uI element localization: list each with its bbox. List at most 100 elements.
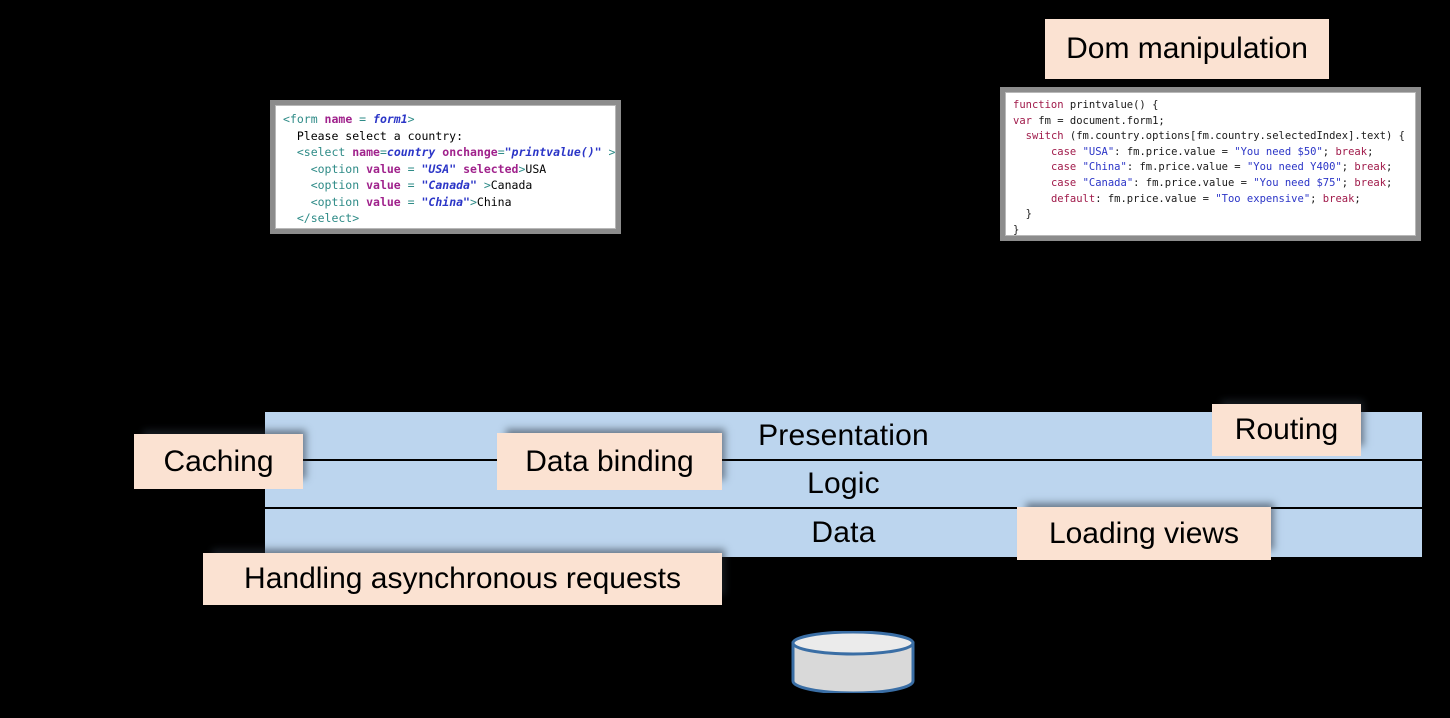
code-token-kw: case bbox=[1050, 145, 1077, 158]
code-line: </select> bbox=[283, 210, 608, 227]
code-token-kw: default bbox=[1050, 192, 1096, 205]
code-token-tag: <option bbox=[283, 194, 367, 209]
code-token-kw: break bbox=[1354, 161, 1387, 174]
code-token-str: "Too expensive" bbox=[1215, 192, 1311, 205]
tag-data-binding: Data binding bbox=[497, 433, 722, 490]
code-token-tag: = bbox=[379, 145, 387, 159]
code-token-tag: > bbox=[407, 112, 415, 126]
code-token-kw: break bbox=[1335, 145, 1368, 158]
code-line: Please select a country: bbox=[283, 128, 608, 145]
tag-dom-manipulation: Dom manipulation bbox=[1045, 19, 1329, 79]
code-token-kw: case bbox=[1050, 176, 1077, 189]
tag-routing-label: Routing bbox=[1234, 413, 1339, 446]
code-token-tag: = bbox=[400, 161, 422, 176]
code-token-text: USA bbox=[525, 161, 547, 176]
code-line: switch (fm.country.options[fm.country.se… bbox=[1013, 129, 1408, 145]
html-code-snippet: <form name = form1> Please select a coun… bbox=[275, 105, 616, 229]
code-token-str: "You need $75" bbox=[1253, 176, 1342, 189]
tag-caching: Caching bbox=[134, 434, 303, 489]
code-token-attr: name bbox=[352, 145, 380, 159]
code-token-plain: } bbox=[1013, 208, 1032, 221]
code-token-attr: value bbox=[366, 178, 401, 192]
code-token-kw: var bbox=[1013, 114, 1032, 127]
code-token-str: "Canada" bbox=[1082, 176, 1134, 189]
code-token-kw: switch bbox=[1025, 130, 1064, 143]
code-token-plain: ; bbox=[1322, 145, 1336, 158]
layer-data-label: Data bbox=[811, 516, 876, 549]
code-token-str: "China" bbox=[1082, 161, 1127, 174]
tag-loading-views-label: Loading views bbox=[1048, 516, 1240, 550]
code-token-attr: name bbox=[324, 112, 353, 126]
tag-loading-views: Loading views bbox=[1017, 507, 1271, 560]
code-token-text: Canada bbox=[490, 178, 533, 192]
layer-presentation-label: Presentation bbox=[758, 418, 929, 452]
javascript-code-snippet: function printvalue() {var fm = document… bbox=[1005, 92, 1416, 236]
code-token-plain: : fm.price.value = bbox=[1133, 176, 1254, 189]
code-line: <select name=country onchange="printvalu… bbox=[283, 144, 616, 161]
code-line: case "Canada": fm.price.value = "You nee… bbox=[1013, 176, 1408, 192]
layer-logic-label: Logic bbox=[807, 467, 880, 500]
code-token-tag: > bbox=[476, 178, 491, 192]
code-token-str: "You need Y400" bbox=[1246, 161, 1342, 174]
code-token-val: form1 bbox=[373, 112, 408, 126]
code-token-plain: ; bbox=[1386, 161, 1393, 174]
code-token-val: country bbox=[386, 145, 436, 159]
code-token-plain: ; bbox=[1354, 192, 1361, 205]
tag-handling-asynchronous-requests-label: Handling asynchronous requests bbox=[244, 562, 681, 595]
code-token-plain: : fm.price.value = bbox=[1095, 192, 1216, 205]
code-line: case "China": fm.price.value = "You need… bbox=[1013, 160, 1408, 176]
code-token-plain: ; bbox=[1310, 192, 1323, 205]
code-token-kw: function bbox=[1013, 99, 1064, 111]
layer-logic: Logic bbox=[265, 461, 1422, 509]
code-token-tag: = bbox=[400, 178, 422, 192]
code-token-attr: onchange bbox=[442, 145, 498, 159]
code-line: var fm = document.form1; bbox=[1013, 114, 1408, 130]
javascript-code-lines: function printvalue() {var fm = document… bbox=[1006, 93, 1415, 243]
code-token-attr: value bbox=[366, 161, 401, 176]
code-token-plain: printvalue() { bbox=[1063, 99, 1159, 111]
diagram-canvas: <form name = form1> Please select a coun… bbox=[0, 0, 1450, 718]
code-token-plain: ; bbox=[1341, 161, 1355, 174]
code-token-kw: break bbox=[1354, 176, 1387, 189]
code-line: } bbox=[1013, 207, 1408, 223]
database-cylinder-svg bbox=[791, 630, 915, 695]
code-line: function printvalue() { bbox=[1013, 98, 1408, 114]
code-token-tag: = bbox=[400, 194, 422, 209]
code-token-text: China bbox=[476, 194, 512, 209]
code-token-str: "You need $50" bbox=[1234, 145, 1323, 158]
code-token-val: "USA" bbox=[421, 161, 457, 176]
code-token-kw: break bbox=[1322, 192, 1355, 205]
code-line: <option value = "USA" selected>USA bbox=[283, 161, 608, 178]
code-line: case "USA": fm.price.value = "You need $… bbox=[1013, 145, 1408, 161]
tag-routing: Routing bbox=[1212, 404, 1361, 456]
code-token-val: "Canada" bbox=[421, 178, 477, 192]
code-token-tag: > bbox=[601, 145, 616, 159]
code-line: <form name = form1> bbox=[283, 111, 608, 128]
code-token-plain: ; bbox=[1367, 145, 1374, 158]
code-token-plain: : fm.price.value = bbox=[1126, 161, 1247, 174]
code-token-tag: = bbox=[497, 145, 505, 159]
code-token-tag: </select> bbox=[283, 211, 360, 225]
code-token-attr: value bbox=[366, 194, 401, 209]
tag-data-binding-label: Data binding bbox=[525, 444, 694, 478]
code-token-plain: fm = document.form1; bbox=[1031, 114, 1165, 127]
code-line: } bbox=[1013, 223, 1408, 239]
html-code-lines: <form name = form1> Please select a coun… bbox=[276, 106, 615, 232]
code-token-plain: : fm.price.value = bbox=[1114, 145, 1235, 158]
code-token-str: "USA" bbox=[1082, 145, 1115, 158]
code-token-tag: > bbox=[469, 194, 477, 209]
code-line: <option value = "China">China bbox=[283, 194, 608, 211]
code-token-tag: <option bbox=[283, 178, 367, 192]
database-cylinder-icon bbox=[791, 630, 915, 695]
code-token-plain: } bbox=[1013, 223, 1020, 236]
code-token-tag: <option bbox=[283, 161, 367, 176]
code-line: <option value = "Canada" >Canada bbox=[283, 177, 608, 194]
code-token-val: "China" bbox=[421, 194, 470, 209]
code-token-val: "printvalue()" bbox=[504, 145, 602, 159]
code-token-text: Please select a country: bbox=[283, 128, 464, 143]
